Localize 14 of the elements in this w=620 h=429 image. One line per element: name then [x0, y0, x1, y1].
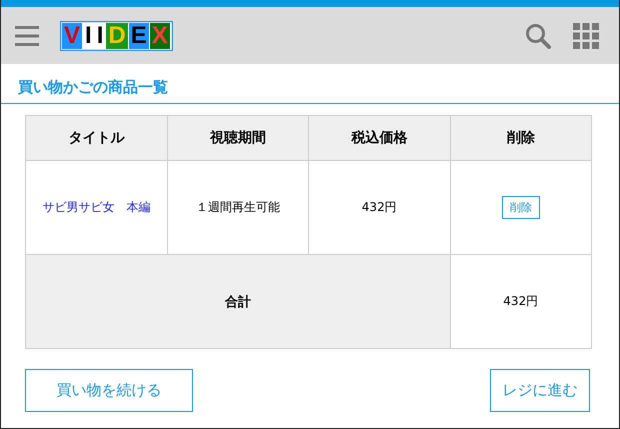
column-header: タイトル	[26, 116, 167, 160]
search-icon[interactable]	[525, 22, 551, 48]
total-price: 432円	[450, 254, 592, 348]
delete-button[interactable]: 削除	[502, 196, 540, 219]
apps-grid-icon[interactable]	[573, 22, 599, 48]
column-header: 削除	[450, 116, 592, 160]
checkout-button[interactable]: レジに進む	[490, 369, 590, 412]
menu-icon[interactable]	[15, 24, 39, 46]
title-link[interactable]: サビ男サビ女 本編	[42, 200, 150, 214]
page-title: 買い物かごの商品一覧	[18, 78, 168, 96]
continue-shopping-button[interactable]: 買い物を続ける	[25, 369, 193, 412]
total-label: 合計	[26, 254, 450, 348]
column-header: 視聴期間	[167, 116, 308, 160]
column-header: 税込価格	[308, 116, 450, 160]
